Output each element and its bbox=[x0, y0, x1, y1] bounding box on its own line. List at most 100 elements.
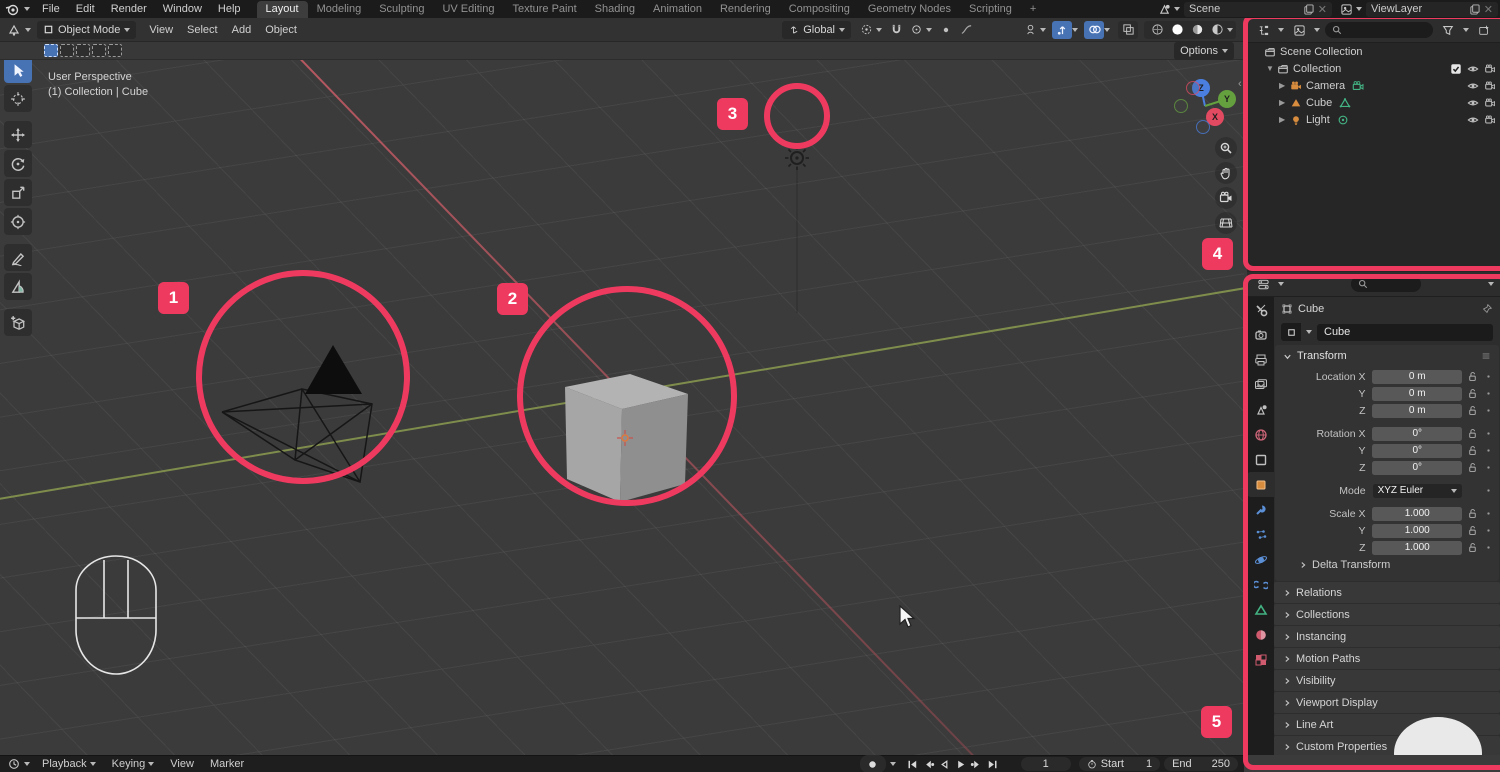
snap-magnet-icon[interactable] bbox=[886, 21, 906, 39]
transform-tool[interactable] bbox=[4, 208, 32, 235]
view-layer-caret[interactable] bbox=[1356, 7, 1362, 11]
workspace-tab-animation[interactable]: Animation bbox=[644, 1, 711, 18]
transform-orientation-selector[interactable]: Global bbox=[782, 20, 851, 39]
add-cube-tool[interactable] bbox=[4, 309, 32, 336]
blender-menu-caret[interactable] bbox=[24, 7, 30, 11]
measure-tool[interactable] bbox=[4, 273, 32, 300]
solid-shading-icon[interactable] bbox=[1167, 21, 1187, 39]
gizmo-axis-neg[interactable] bbox=[1186, 81, 1200, 95]
pivot-point-icon[interactable] bbox=[856, 21, 876, 39]
prev-frame-button[interactable] bbox=[938, 758, 951, 771]
annotation-badge-2: 2 bbox=[497, 283, 528, 315]
cursor-tool[interactable] bbox=[4, 85, 32, 112]
snap-target-icon[interactable] bbox=[906, 21, 926, 39]
show-gizmo-visibility-icon[interactable] bbox=[1020, 21, 1040, 39]
wireframe-shading-icon[interactable] bbox=[1147, 21, 1167, 39]
timeline-editor-type-icon[interactable] bbox=[4, 755, 24, 772]
select-mode-new[interactable] bbox=[44, 44, 58, 57]
prev-keyframe-button[interactable] bbox=[922, 758, 935, 771]
select-mode-invert[interactable] bbox=[92, 44, 106, 57]
gizmo-axis-Y[interactable]: Y bbox=[1218, 90, 1236, 108]
current-frame-field[interactable]: 1 bbox=[1020, 757, 1071, 771]
app-menu-edit[interactable]: Edit bbox=[68, 3, 103, 15]
jump-to-start-button[interactable] bbox=[906, 758, 919, 771]
new-scene-icon[interactable] bbox=[1303, 3, 1314, 15]
overlays-caret[interactable] bbox=[1104, 27, 1110, 32]
gizmo-axis-neg[interactable] bbox=[1196, 120, 1210, 134]
select-box-tool[interactable] bbox=[4, 56, 32, 83]
workspace-tab-compositing[interactable]: Compositing bbox=[780, 1, 859, 18]
pivot-caret[interactable] bbox=[876, 27, 882, 32]
workspace-tab-geometry-nodes[interactable]: Geometry Nodes bbox=[859, 1, 960, 18]
blender-logo-icon[interactable] bbox=[0, 0, 24, 18]
zoom-icon[interactable] bbox=[1215, 137, 1237, 159]
workspace-tab-rendering[interactable]: Rendering bbox=[711, 1, 780, 18]
auto-keying-record-icon[interactable] bbox=[859, 755, 886, 772]
view-layer-selector[interactable]: ViewLayer ✕ bbox=[1366, 1, 1498, 17]
gizmo-axis-neg[interactable] bbox=[1174, 99, 1188, 113]
viewport-menu-object[interactable]: Object bbox=[258, 24, 304, 36]
timeline-type-caret[interactable] bbox=[24, 762, 30, 766]
pan-icon[interactable] bbox=[1215, 162, 1237, 184]
scene-icon[interactable] bbox=[1154, 0, 1174, 18]
rendered-shading-icon[interactable] bbox=[1207, 21, 1227, 39]
editor-type-caret[interactable] bbox=[25, 27, 31, 32]
camera-view-icon[interactable] bbox=[1215, 187, 1237, 209]
app-menu-file[interactable]: File bbox=[34, 3, 68, 15]
next-keyframe-button[interactable] bbox=[970, 758, 983, 771]
editor-type-icon[interactable] bbox=[4, 21, 24, 39]
mode-selector[interactable]: Object Mode bbox=[37, 20, 137, 39]
remove-view-layer-icon[interactable]: ✕ bbox=[1484, 3, 1493, 16]
workspace-tab-shading[interactable]: Shading bbox=[586, 1, 644, 18]
app-menu-render[interactable]: Render bbox=[103, 3, 155, 15]
unlink-scene-icon[interactable]: ✕ bbox=[1318, 3, 1327, 16]
viewport-menu-select[interactable]: Select bbox=[180, 24, 225, 36]
gizmos-toggle-icon[interactable] bbox=[1052, 20, 1072, 39]
visibility-caret[interactable] bbox=[1040, 27, 1046, 32]
scene-caret[interactable] bbox=[1174, 7, 1180, 11]
workspace-tab-scripting[interactable]: Scripting bbox=[960, 1, 1021, 18]
play-button[interactable] bbox=[954, 758, 967, 771]
workspace-tab-sculpting[interactable]: Sculpting bbox=[370, 1, 433, 18]
snap-caret[interactable] bbox=[926, 27, 932, 32]
select-mode-subtract[interactable] bbox=[76, 44, 90, 57]
workspace-tab-texture-paint[interactable]: Texture Paint bbox=[503, 1, 585, 18]
app-menu-help[interactable]: Help bbox=[210, 3, 249, 15]
move-tool[interactable] bbox=[4, 121, 32, 148]
overlays-toggle-icon[interactable] bbox=[1084, 20, 1104, 39]
material-preview-icon[interactable] bbox=[1187, 21, 1207, 39]
timeline-menu-playback[interactable]: Playback bbox=[34, 758, 104, 770]
select-mode-intersect[interactable] bbox=[108, 44, 122, 57]
view-layer-icon[interactable] bbox=[1336, 0, 1356, 18]
frame-range-end-field[interactable]: End 250 bbox=[1164, 757, 1238, 771]
annotate-tool[interactable] bbox=[4, 244, 32, 271]
keying-set-caret[interactable] bbox=[889, 762, 896, 766]
workspace-tab-layout[interactable]: Layout bbox=[256, 0, 308, 18]
rotate-tool[interactable] bbox=[4, 150, 32, 177]
sidebar-collapse-arrow[interactable]: ‹ bbox=[1238, 78, 1242, 90]
scale-tool[interactable] bbox=[4, 179, 32, 206]
workspace-tab-+[interactable]: + bbox=[1021, 1, 1045, 18]
falloff-curve-icon[interactable] bbox=[956, 21, 976, 39]
scene-selector[interactable]: Scene ✕ bbox=[1184, 1, 1332, 17]
proportional-editing-icon[interactable] bbox=[936, 21, 956, 39]
workspace-tab-uv-editing[interactable]: UV Editing bbox=[433, 1, 503, 18]
annotation-circle-1 bbox=[196, 270, 410, 484]
app-menu-window[interactable]: Window bbox=[155, 3, 210, 15]
frame-range-start-field[interactable]: Start 1 bbox=[1078, 757, 1161, 771]
viewport-menu-view[interactable]: View bbox=[142, 24, 180, 36]
viewport-menu-add[interactable]: Add bbox=[225, 24, 259, 36]
timeline-menu-view[interactable]: View bbox=[162, 758, 202, 770]
timeline-menu-marker[interactable]: Marker bbox=[202, 758, 252, 770]
shading-caret[interactable] bbox=[1227, 27, 1233, 32]
timeline-bar: Playback Keying View Marker 1 Start 1 End 2… bbox=[0, 755, 1244, 772]
xray-toggle-icon[interactable] bbox=[1118, 20, 1138, 39]
timeline-menu-keying[interactable]: Keying bbox=[104, 758, 163, 770]
options-button[interactable]: Options bbox=[1174, 41, 1234, 60]
select-mode-extend[interactable] bbox=[60, 44, 74, 57]
workspace-tab-modeling[interactable]: Modeling bbox=[308, 1, 371, 18]
gizmos-caret[interactable] bbox=[1072, 27, 1078, 32]
toggle-perspective-icon[interactable] bbox=[1215, 212, 1237, 234]
jump-to-end-button[interactable] bbox=[986, 758, 999, 771]
new-view-layer-icon[interactable] bbox=[1469, 3, 1480, 15]
